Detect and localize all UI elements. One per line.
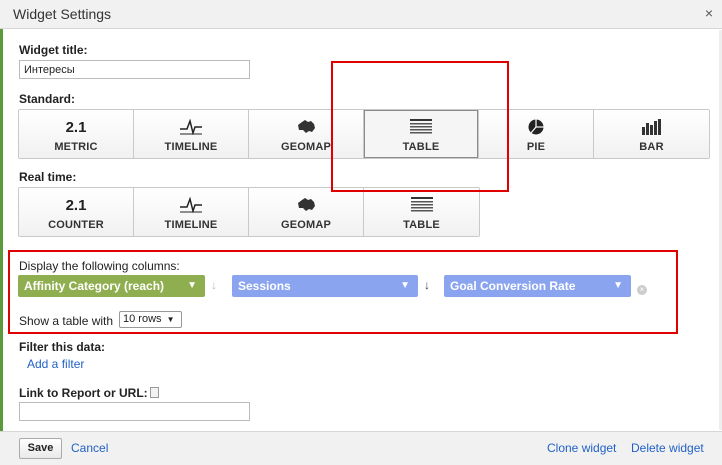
- realtime-label: Real time:: [19, 170, 77, 184]
- standard-table-button[interactable]: TABLE: [364, 110, 479, 158]
- realtime-counter-button[interactable]: 2.1 COUNTER: [19, 188, 134, 236]
- column-select-2-value: Sessions: [238, 279, 291, 293]
- left-edge-strip: [0, 0, 3, 465]
- remove-column-icon[interactable]: ×: [637, 285, 647, 295]
- standard-label: Standard:: [19, 92, 76, 106]
- dialog-title: Widget Settings: [13, 6, 112, 22]
- metric-icon: 2.1: [65, 118, 87, 136]
- column-select-3[interactable]: Goal Conversion Rate ▼: [444, 275, 631, 297]
- column-select-1-value: Affinity Category (reach): [24, 279, 165, 293]
- document-icon[interactable]: [150, 387, 159, 398]
- realtime-timeline-button[interactable]: TIMELINE: [134, 188, 249, 236]
- chevron-down-icon: ▼: [400, 280, 410, 291]
- button-caption: TIMELINE: [164, 219, 218, 231]
- save-button[interactable]: Save: [19, 438, 62, 459]
- sort-arrow-icon[interactable]: ↓: [424, 278, 430, 292]
- chevron-down-icon: ▼: [613, 280, 623, 291]
- button-caption: PIE: [526, 141, 546, 153]
- button-caption: TIMELINE: [164, 141, 218, 153]
- widget-title-label: Widget title:: [19, 43, 88, 57]
- sort-arrow-icon[interactable]: ↓: [211, 278, 217, 292]
- button-caption: BAR: [639, 141, 664, 153]
- column-select-2[interactable]: Sessions ▼: [232, 275, 418, 297]
- show-table-label: Show a table with: [19, 314, 114, 328]
- realtime-visualization-row: 2.1 COUNTER TIMELINE GEOMAP TABLE: [18, 187, 480, 237]
- delete-widget-link[interactable]: Delete widget: [631, 441, 704, 455]
- button-caption: TABLE: [402, 141, 440, 153]
- button-caption: TABLE: [403, 219, 440, 231]
- timeline-icon: [134, 196, 248, 214]
- widget-title-input[interactable]: [19, 60, 250, 79]
- column-select-1[interactable]: Affinity Category (reach) ▼: [18, 275, 205, 297]
- chevron-down-icon: ▼: [166, 315, 175, 324]
- button-caption: GEOMAP: [280, 141, 332, 153]
- pie-icon: [479, 118, 593, 136]
- realtime-table-button[interactable]: TABLE: [364, 188, 479, 236]
- counter-icon: 2.1: [65, 196, 87, 214]
- table-icon: [364, 196, 479, 214]
- button-caption: GEOMAP: [280, 219, 332, 231]
- button-caption: METRIC: [54, 141, 98, 153]
- standard-bar-button[interactable]: BAR: [594, 110, 709, 158]
- timeline-icon: [134, 118, 248, 136]
- clone-widget-link[interactable]: Clone widget: [547, 441, 616, 455]
- dialog-titlebar: Widget Settings ×: [0, 0, 722, 29]
- standard-pie-button[interactable]: PIE: [479, 110, 594, 158]
- realtime-geomap-button[interactable]: GEOMAP: [249, 188, 364, 236]
- close-icon[interactable]: ×: [702, 5, 716, 21]
- chevron-down-icon: ▼: [187, 280, 197, 291]
- columns-label: Display the following columns:: [19, 259, 180, 273]
- add-filter-link[interactable]: Add a filter: [27, 357, 84, 371]
- column-select-3-value: Goal Conversion Rate: [450, 279, 576, 293]
- standard-metric-button[interactable]: 2.1 METRIC: [19, 110, 134, 158]
- rows-select[interactable]: 10 rows ▼: [119, 311, 182, 328]
- standard-timeline-button[interactable]: TIMELINE: [134, 110, 249, 158]
- link-report-input[interactable]: [19, 402, 250, 421]
- cancel-link[interactable]: Cancel: [71, 441, 108, 455]
- rows-select-value: 10 rows: [123, 313, 162, 325]
- geomap-icon: [249, 196, 363, 214]
- geomap-icon: [249, 118, 363, 136]
- button-caption: COUNTER: [48, 219, 104, 231]
- bar-chart-icon: [594, 118, 709, 136]
- standard-visualization-row: 2.1 METRIC TIMELINE GEOMAP TABLE PIE BAR: [18, 109, 710, 159]
- link-report-label: Link to Report or URL:: [19, 386, 148, 400]
- standard-geomap-button[interactable]: GEOMAP: [249, 110, 364, 158]
- table-icon: [364, 118, 478, 136]
- filter-label: Filter this data:: [19, 340, 106, 354]
